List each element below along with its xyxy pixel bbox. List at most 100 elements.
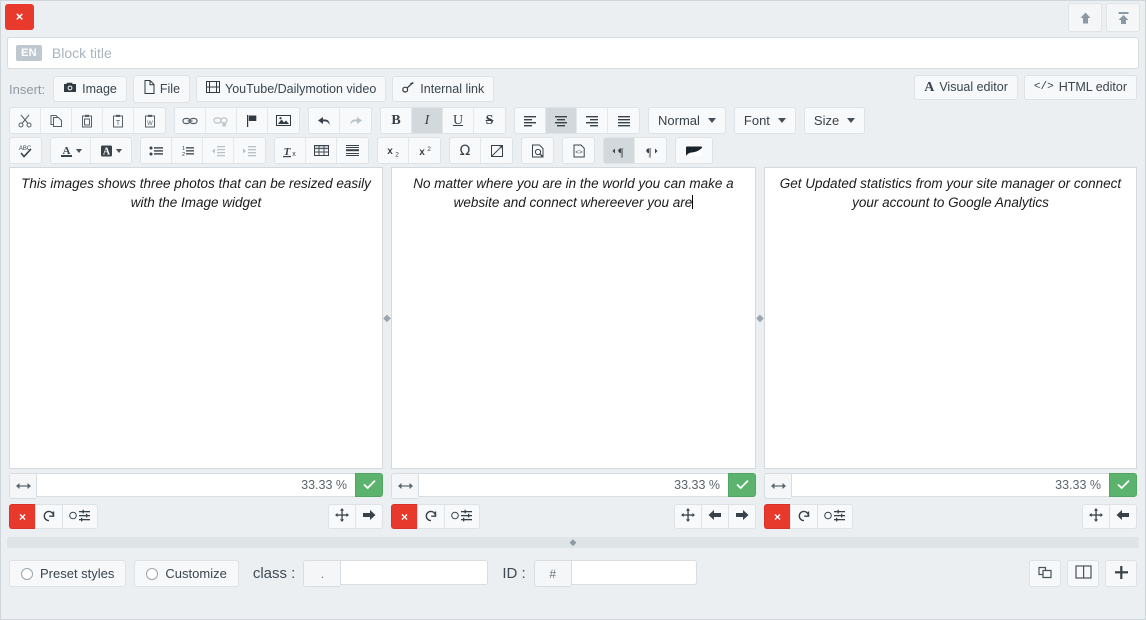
align-justify-button[interactable] — [608, 108, 639, 133]
undo-button[interactable] — [309, 108, 340, 133]
remove-format-button[interactable]: Tx — [275, 138, 306, 163]
column-1-text[interactable]: This images shows three photos that can … — [10, 168, 382, 212]
column-1[interactable]: This images shows three photos that can … — [9, 167, 384, 469]
indent-icon — [242, 145, 257, 157]
redo-button[interactable] — [340, 108, 371, 133]
columns-layout-button[interactable] — [1067, 560, 1099, 587]
copy-button[interactable] — [41, 108, 72, 133]
column-3-settings-button[interactable] — [817, 504, 853, 529]
source-code-button[interactable]: <> — [563, 138, 594, 163]
add-block-button[interactable] — [1105, 560, 1137, 587]
numbered-list-button[interactable]: 12 — [172, 138, 203, 163]
column-1-move-right-button[interactable] — [355, 504, 383, 529]
column-2[interactable]: No matter where you are in the world you… — [390, 167, 757, 469]
column-2-move-right-button[interactable] — [728, 504, 756, 529]
column-3-move-left-button[interactable] — [1109, 504, 1137, 529]
duplicate-block-button[interactable] — [1029, 560, 1061, 587]
column-3-move-button[interactable] — [1082, 504, 1109, 529]
column-3-editor[interactable]: Get Updated statistics from your site ma… — [765, 168, 1136, 468]
column-3-width-input[interactable] — [791, 473, 1109, 497]
italic-button[interactable]: I — [412, 108, 443, 133]
preset-styles-radio[interactable]: Preset styles — [9, 560, 127, 587]
class-input-group: . — [303, 560, 489, 587]
column-3-delete-button[interactable]: × — [764, 504, 790, 529]
paste-from-word-button[interactable]: W — [134, 108, 165, 133]
columns-area: This images shows three photos that can … — [1, 167, 1145, 469]
resize-grip-icon[interactable]: ◆ — [756, 314, 764, 324]
resize-grip-icon[interactable]: ◆ — [383, 314, 391, 324]
anchor-button[interactable] — [237, 108, 268, 133]
column-3[interactable]: Get Updated statistics from your site ma… — [763, 167, 1137, 469]
subscript-button[interactable]: x2 — [378, 138, 409, 163]
maximize-button[interactable] — [676, 138, 712, 163]
column-2-settings-button[interactable] — [444, 504, 480, 529]
page-break-button[interactable] — [481, 138, 512, 163]
insert-internal-link-button[interactable]: Internal link — [392, 76, 495, 102]
move-to-top-button[interactable] — [1106, 3, 1140, 32]
text-direction-ltr-button[interactable]: ¶ — [604, 138, 635, 163]
column-1-move-button[interactable] — [328, 504, 355, 529]
insert-image-button[interactable]: Image — [53, 76, 127, 102]
html-editor-button[interactable]: </> HTML editor — [1023, 75, 1137, 100]
format-select[interactable]: Normal — [648, 107, 726, 134]
bulleted-list-button[interactable] — [141, 138, 172, 163]
column-2-delete-button[interactable]: × — [391, 504, 417, 529]
column-divider-2[interactable]: ◆ — [756, 167, 764, 469]
insert-video-button[interactable]: YouTube/Dailymotion video — [196, 76, 387, 102]
paste-button[interactable] — [72, 108, 103, 133]
spell-check-button[interactable]: ABC — [10, 138, 41, 163]
column-1-width-input[interactable] — [36, 473, 355, 497]
insert-file-button[interactable]: File — [132, 75, 191, 103]
image-button[interactable] — [268, 108, 299, 133]
column-2-move-button[interactable] — [674, 504, 701, 529]
column-2-move-left-button[interactable] — [701, 504, 728, 529]
column-1-reset-button[interactable] — [35, 504, 62, 529]
background-color-button[interactable]: A — [91, 138, 131, 163]
column-1-settings-button[interactable] — [62, 504, 98, 529]
paste-as-text-button[interactable]: T — [103, 108, 134, 133]
class-input[interactable] — [340, 560, 489, 585]
column-3-reset-button[interactable] — [790, 504, 817, 529]
move-up-button[interactable] — [1068, 3, 1102, 32]
text-direction-rtl-button[interactable]: ¶ — [635, 138, 666, 163]
special-character-button[interactable]: Ω — [450, 138, 481, 163]
align-left-button[interactable] — [515, 108, 546, 133]
column-2-reset-button[interactable] — [417, 504, 444, 529]
chevron-down-icon — [75, 148, 82, 153]
column-2-editor[interactable]: No matter where you are in the world you… — [392, 168, 755, 468]
cut-button[interactable] — [10, 108, 41, 133]
panel-splitter[interactable]: ◆ — [7, 537, 1139, 548]
column-3-width-confirm[interactable] — [1109, 473, 1137, 497]
strikethrough-button[interactable]: S — [474, 108, 505, 133]
underline-button[interactable]: U — [443, 108, 474, 133]
unlink-button[interactable] — [206, 108, 237, 133]
column-divider-1[interactable]: ◆ — [383, 167, 391, 469]
column-1-editor[interactable]: This images shows three photos that can … — [10, 168, 382, 468]
link-button[interactable] — [175, 108, 206, 133]
table-button[interactable] — [306, 138, 337, 163]
font-select[interactable]: Font — [733, 107, 796, 134]
indent-button[interactable] — [234, 138, 265, 163]
size-select[interactable]: Size — [803, 107, 866, 134]
superscript-button[interactable]: x2 — [409, 138, 440, 163]
visual-editor-button[interactable]: A Visual editor — [914, 75, 1018, 100]
text-color-button[interactable]: A — [51, 138, 91, 163]
bold-button[interactable]: B — [381, 108, 412, 133]
horizontal-rule-button[interactable] — [337, 138, 368, 163]
column-2-text[interactable]: No matter where you are in the world you… — [392, 168, 755, 212]
column-action-controls: × × × — [1, 499, 1145, 529]
preview-button[interactable] — [522, 138, 553, 163]
column-3-text[interactable]: Get Updated statistics from your site ma… — [765, 168, 1136, 212]
customize-radio[interactable]: Customize — [134, 560, 239, 587]
block-title-input[interactable] — [49, 44, 1130, 62]
column-1-delete-button[interactable]: × — [9, 504, 35, 529]
column-2-width-input[interactable] — [418, 473, 728, 497]
close-button[interactable]: × — [5, 4, 34, 30]
column-2-width-confirm[interactable] — [728, 473, 756, 497]
strikethrough-icon: S — [485, 112, 494, 128]
column-1-width-confirm[interactable] — [355, 473, 383, 497]
id-input[interactable] — [570, 560, 697, 585]
outdent-button[interactable] — [203, 138, 234, 163]
align-center-button[interactable] — [546, 108, 577, 133]
align-right-button[interactable] — [577, 108, 608, 133]
